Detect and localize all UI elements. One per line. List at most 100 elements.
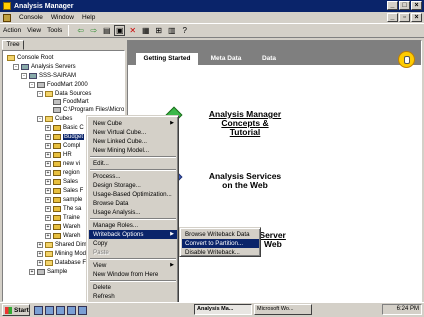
tab-getting-started[interactable]: Getting Started <box>136 53 198 65</box>
tools-menu[interactable]: Tools <box>47 27 62 34</box>
link-am-line3[interactable]: Tutorial <box>190 128 300 137</box>
tab-tree[interactable]: Tree <box>2 40 24 50</box>
menu-console[interactable]: Console <box>19 14 43 21</box>
menu-item-edit[interactable]: Edit... <box>89 159 177 168</box>
view-menu[interactable]: View <box>27 27 41 34</box>
tree-node-wareh[interactable]: + Wareh <box>45 223 80 231</box>
collapse-icon[interactable]: - <box>37 91 43 97</box>
tab-data[interactable]: Data <box>254 53 284 65</box>
expand-icon[interactable]: + <box>45 161 51 167</box>
menu-item-new-linked-cube[interactable]: New Linked Cube... <box>89 137 177 146</box>
properties-icon[interactable]: ▦ <box>140 25 151 36</box>
forward-icon[interactable]: ⇨ <box>88 25 99 36</box>
expand-icon[interactable]: + <box>45 233 51 239</box>
tree-node-compl[interactable]: + Compl <box>45 142 80 150</box>
tree-node-hr[interactable]: + HR <box>45 151 72 159</box>
menu-item-copy[interactable]: Copy <box>89 239 177 248</box>
tab-meta-data[interactable]: Meta Data <box>204 53 248 65</box>
expand-icon[interactable]: + <box>45 143 51 149</box>
start-button[interactable]: Start <box>2 304 30 316</box>
quicklaunch-ie-icon[interactable] <box>45 305 54 315</box>
tree-node-wareh[interactable]: + Wareh <box>45 232 80 240</box>
expand-icon[interactable]: + <box>45 179 51 185</box>
expand-icon[interactable]: + <box>37 260 43 266</box>
quicklaunch-outlook-icon[interactable] <box>56 305 65 315</box>
help-icon[interactable]: ? <box>179 25 190 36</box>
tree-node-analysis-servers[interactable]: - Analysis Servers <box>13 63 76 71</box>
expand-icon[interactable]: + <box>45 197 51 203</box>
expand-icon[interactable]: + <box>45 188 51 194</box>
submenu-item-browse-writeback-data[interactable]: Browse Writeback Data <box>182 230 259 239</box>
menu-item-view[interactable]: View ▶ <box>89 261 177 270</box>
tree-node-foodmart[interactable]: FoodMart <box>53 98 89 106</box>
menu-window[interactable]: Window <box>51 14 74 21</box>
submenu-item-convert-to-partition[interactable]: Convert to Partition... <box>182 239 259 248</box>
link-analysis-services-web[interactable]: Analysis Services on the Web <box>190 172 300 190</box>
expand-icon[interactable]: + <box>45 134 51 140</box>
tree-node-the-sa[interactable]: + The sa <box>45 205 81 213</box>
back-icon[interactable]: ⇦ <box>75 25 86 36</box>
tree-node-sss-sairam[interactable]: - SSS-SAIRAM <box>21 72 76 80</box>
menu-item-usage-analysis[interactable]: Usage Analysis... <box>89 208 177 217</box>
show-tree-icon[interactable]: ▣ <box>114 25 126 36</box>
tree-node-c-program-files-microsc[interactable]: C:\Program Files\Microsc <box>53 106 124 114</box>
refresh-icon[interactable]: ⊞ <box>153 25 164 36</box>
quicklaunch-desktop-icon[interactable] <box>34 305 43 315</box>
tree-node-sample[interactable]: + sample <box>45 196 82 204</box>
tree-node-console-root[interactable]: Console Root <box>7 54 53 62</box>
tree-node-region[interactable]: + region <box>45 169 80 177</box>
expand-icon[interactable]: + <box>45 224 51 230</box>
expand-icon[interactable]: + <box>29 269 35 275</box>
tree-node-sales[interactable]: + Sales <box>45 178 78 186</box>
up-folder-icon[interactable]: ▤ <box>101 25 112 36</box>
expand-icon[interactable]: + <box>45 125 51 131</box>
expand-icon[interactable]: + <box>45 170 51 176</box>
quicklaunch-word-icon[interactable] <box>67 305 76 315</box>
tree-node-new-vi[interactable]: + new vi <box>45 160 80 168</box>
expand-icon[interactable]: + <box>37 242 43 248</box>
menu-item-new-virtual-cube[interactable]: New Virtual Cube... <box>89 128 177 137</box>
menu-item-browse-data[interactable]: Browse Data <box>89 199 177 208</box>
mdi-minimize-button[interactable]: _ <box>387 13 398 22</box>
menu-item-process[interactable]: Process... <box>89 172 177 181</box>
menu-item-new-cube[interactable]: New Cube ▶ <box>89 119 177 128</box>
action-menu[interactable]: Action <box>3 27 21 34</box>
task-analysis-manager[interactable]: Analysis Ma... <box>194 304 252 315</box>
menu-item-writeback-options[interactable]: Writeback Options ▶ <box>89 230 177 239</box>
collapse-icon[interactable]: - <box>29 82 35 88</box>
mdi-restore-button[interactable]: ▫ <box>399 13 410 22</box>
link-asw-line2[interactable]: on the Web <box>190 181 300 190</box>
expand-icon[interactable]: + <box>45 152 51 158</box>
menu-help[interactable]: Help <box>82 14 95 21</box>
task-word[interactable]: Microsoft Wo... <box>254 304 312 315</box>
tree-node-budget[interactable]: + Budget <box>45 133 85 141</box>
tree-node-database-f[interactable]: + Database F <box>37 259 86 267</box>
quicklaunch-media-icon[interactable] <box>78 305 87 315</box>
menu-item-design-storage[interactable]: Design Storage... <box>89 181 177 190</box>
menu-item-new-window-from-here[interactable]: New Window from Here <box>89 270 177 279</box>
tree-node-sample[interactable]: + Sample <box>29 268 67 276</box>
submenu-item-disable-writeback[interactable]: Disable Writeback... <box>182 248 259 257</box>
expand-icon[interactable]: + <box>45 215 51 221</box>
delete-icon[interactable]: ✕ <box>127 25 138 36</box>
menu-item-manage-roles[interactable]: Manage Roles... <box>89 221 177 230</box>
export-icon[interactable]: ▥ <box>166 25 177 36</box>
tree-node-basic-c[interactable]: + Basic C <box>45 124 84 132</box>
expand-icon[interactable]: + <box>37 251 43 257</box>
expand-icon[interactable]: + <box>45 206 51 212</box>
tree-node-sales-f[interactable]: + Sales F <box>45 187 83 195</box>
collapse-icon[interactable]: - <box>21 73 27 79</box>
mdi-close-button[interactable]: × <box>411 13 422 22</box>
menu-item-new-mining-model[interactable]: New Mining Model... <box>89 146 177 155</box>
collapse-icon[interactable]: - <box>37 116 43 122</box>
collapse-icon[interactable]: - <box>13 64 19 70</box>
tree-node-mining-mod[interactable]: + Mining Mod <box>37 250 86 258</box>
tree-node-cubes[interactable]: - Cubes <box>37 115 72 123</box>
tree-node-foodmart-2000[interactable]: - FoodMart 2000 <box>29 81 88 89</box>
link-am-tutorial[interactable]: Analysis Manager Concepts & Tutorial <box>190 110 300 137</box>
tree-node-shared-dim[interactable]: + Shared Dim <box>37 241 87 249</box>
tree-node-traine[interactable]: + Traine <box>45 214 80 222</box>
menu-item-usage-based-optimization[interactable]: Usage-Based Optimization... <box>89 190 177 199</box>
maximize-button[interactable]: □ <box>399 1 410 10</box>
tree-node-data-sources[interactable]: - Data Sources <box>37 90 91 98</box>
